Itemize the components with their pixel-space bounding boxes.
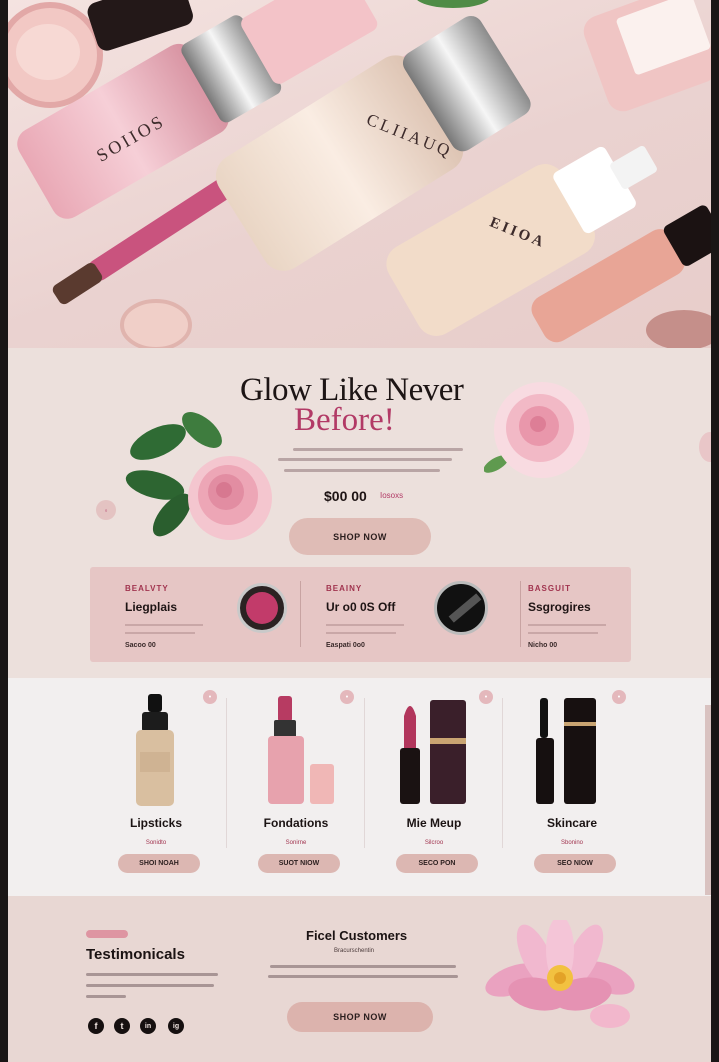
- twitter-icon[interactable]: t: [114, 1018, 130, 1034]
- promo-tag: BEALVTY: [125, 584, 169, 593]
- product-subtitle: Sonidto: [145, 840, 167, 846]
- promo-tag: BEAINY: [326, 584, 363, 593]
- promo-text-line: [125, 632, 195, 634]
- mascara-swatch-icon: [434, 581, 488, 635]
- product-card-skincare[interactable]: • Skincare Sbonino SEO NIOW: [502, 678, 642, 896]
- section-tag: [86, 930, 128, 938]
- body-text-line: [284, 469, 440, 472]
- promo-card-1[interactable]: BEALVTY Liegplais Sacoo 00: [125, 567, 295, 662]
- promo-card-2[interactable]: BEAINY Ur o0 0S Off Easpati 0o0: [326, 567, 506, 662]
- promo-title: Ssgrogires: [528, 600, 591, 614]
- customers-title: Ficel Customers: [306, 928, 408, 943]
- price-note: Iosoxs: [380, 491, 404, 500]
- testimonials-title: Testimonicals: [86, 946, 185, 963]
- testimonial-text-line: [86, 973, 218, 976]
- promo-text-line: [326, 632, 396, 634]
- hero-section: Glow Like Never Before! $00 00 Iosoxs SH…: [8, 348, 711, 678]
- testimonials-shop-now-button[interactable]: SHOP NOW: [287, 1002, 433, 1032]
- product-name: Mie Meup: [406, 816, 462, 830]
- serum-bottle-image: [136, 694, 174, 806]
- testimonials-section: Testimonicals f t in ig Ficel Customers …: [8, 896, 711, 1062]
- promo-card-3[interactable]: BASGUIT Ssgrogires Nicho 00: [528, 567, 628, 662]
- product-name: Skincare: [546, 816, 598, 830]
- shop-button[interactable]: SEO NIOW: [534, 854, 616, 873]
- favorite-badge-icon[interactable]: •: [203, 690, 217, 704]
- product-card-foundations[interactable]: • Fondations Sonirne SUOT NIOW: [226, 678, 366, 896]
- shop-now-button[interactable]: SHOP NOW: [289, 518, 431, 555]
- rose-leaves-image: [125, 412, 272, 540]
- linkedin-icon[interactable]: in: [140, 1018, 156, 1034]
- promo-tag: BASGUIT: [528, 584, 571, 593]
- customers-subtitle: Bracurschentin: [334, 948, 375, 954]
- promo-text-line: [528, 632, 598, 634]
- favorite-badge-icon[interactable]: •: [340, 690, 354, 704]
- product-grid: • Lipsticks Sonidto SHOI NOAH • Fondatio…: [8, 678, 711, 896]
- rose-image: [484, 382, 590, 478]
- carousel-prev-icon[interactable]: ◦: [96, 500, 116, 520]
- testimonial-text-line: [86, 995, 126, 998]
- shop-button[interactable]: SHOI NOAH: [118, 854, 200, 873]
- product-subtitle: Sonirne: [285, 840, 307, 846]
- promo-text-line: [125, 624, 203, 626]
- favorite-badge-icon[interactable]: •: [479, 690, 493, 704]
- promo-divider: [520, 581, 521, 647]
- promo-footer: Sacoo 00: [125, 642, 156, 649]
- promo-text-line: [528, 624, 606, 626]
- favorite-badge-icon[interactable]: •: [612, 690, 626, 704]
- facebook-icon[interactable]: f: [88, 1018, 104, 1034]
- shop-button[interactable]: SUOT NIOW: [258, 854, 340, 873]
- scroll-rail[interactable]: [705, 705, 711, 895]
- product-subtitle: Silcroo: [424, 840, 444, 846]
- product-subtitle: Sbonino: [560, 840, 584, 846]
- product-name: Lipsticks: [129, 816, 183, 830]
- testimonial-text-line: [86, 984, 214, 987]
- promo-text-line: [326, 624, 404, 626]
- customers-text-line: [268, 975, 458, 978]
- product-card-lipsticks[interactable]: • Lipsticks Sonidto SHOI NOAH: [86, 678, 226, 896]
- customers-text-line: [270, 965, 456, 968]
- body-text-line: [293, 448, 463, 451]
- promo-strip: BEALVTY Liegplais Sacoo 00 BEAINY Ur o0 …: [90, 567, 631, 662]
- product-name: Fondations: [263, 816, 329, 830]
- promo-footer: Nicho 00: [528, 642, 558, 649]
- promo-title: Liegplais: [125, 600, 178, 614]
- hero-photo-art: [8, 0, 711, 348]
- promo-footer: Easpati 0o0: [326, 642, 365, 649]
- lipstick-swatch-icon: [237, 583, 287, 633]
- headline-line-2: Before!: [294, 402, 395, 438]
- lipstick-palette-image: [400, 700, 466, 804]
- price: $00 00: [324, 488, 367, 504]
- lotus-flower-image: [485, 920, 635, 1028]
- hero-product-image: SOIIOS CLIIAUQ EIIOA: [8, 0, 711, 348]
- instagram-icon[interactable]: ig: [168, 1018, 184, 1034]
- product-card-makeup[interactable]: • Mie Meup Silcroo SECO PON: [364, 678, 504, 896]
- shop-button[interactable]: SECO PON: [396, 854, 478, 873]
- promo-divider: [300, 581, 301, 647]
- promo-title: Ur o0 0S Off: [326, 600, 396, 614]
- body-text-line: [278, 458, 452, 461]
- carousel-next-icon[interactable]: [699, 432, 711, 462]
- page: SOIIOS CLIIAUQ EIIOA Glow Like Never Bef…: [8, 0, 711, 1062]
- mascara-image: [536, 698, 596, 804]
- foundation-bottle-image: [268, 696, 334, 804]
